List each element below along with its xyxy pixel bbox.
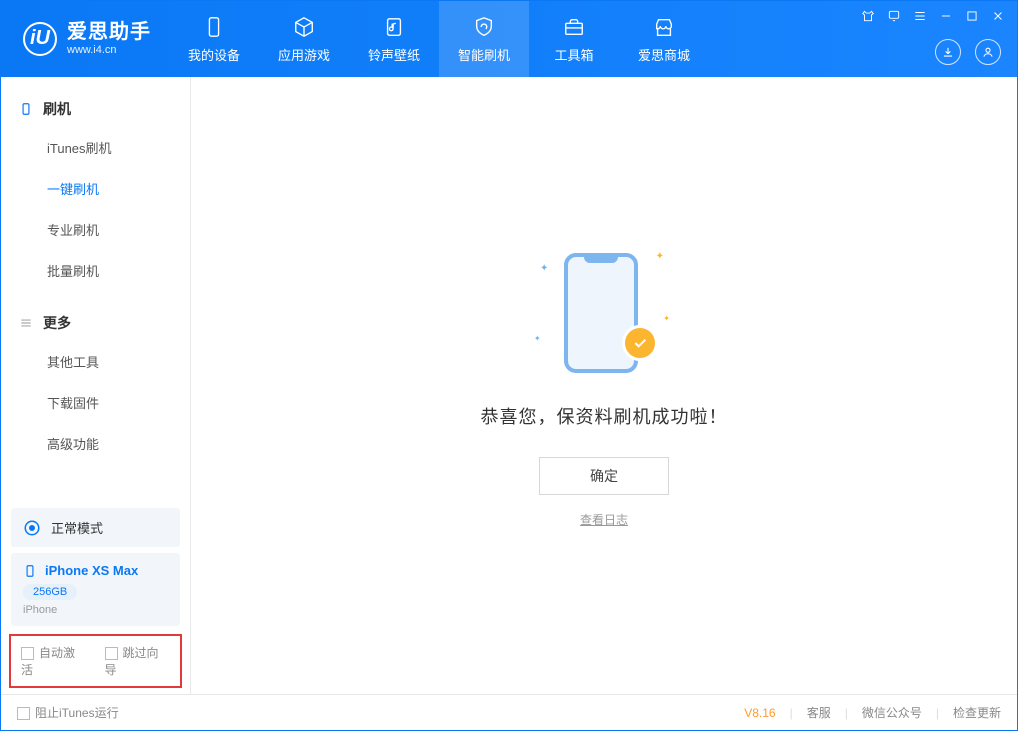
mode-label: 正常模式 (51, 518, 103, 537)
separator: | (845, 706, 848, 720)
logo-text: 爱思助手 www.i4.cn (67, 21, 151, 57)
sidebar-item-oneclick-flash[interactable]: 一键刷机 (1, 168, 190, 209)
status-link-update[interactable]: 检查更新 (953, 704, 1001, 721)
tab-mydevice[interactable]: 我的设备 (169, 1, 259, 77)
sidebar-items-more: 其他工具 下载固件 高级功能 (1, 341, 190, 464)
sparkle-icon: ✦ (534, 334, 541, 343)
device-type: iPhone (23, 604, 168, 616)
sidebar-item-pro-flash[interactable]: 专业刷机 (1, 209, 190, 250)
window-controls-top (861, 9, 1005, 23)
window-controls-bottom (935, 39, 1001, 65)
skin-icon[interactable] (861, 9, 875, 23)
device-icon (19, 102, 33, 116)
body-area: 刷机 iTunes刷机 一键刷机 专业刷机 批量刷机 更多 其他工具 下载固件 (1, 77, 1017, 694)
checkbox-label: 阻止iTunes运行 (35, 706, 119, 720)
separator: | (790, 706, 793, 720)
app-url: www.i4.cn (67, 44, 151, 57)
maximize-icon[interactable] (965, 9, 979, 23)
tab-label: 工具箱 (554, 45, 593, 64)
checkbox-icon[interactable] (105, 647, 118, 660)
storage-badge: 256GB (23, 584, 77, 600)
feedback-icon[interactable] (887, 9, 901, 23)
menu-icon[interactable] (913, 9, 927, 23)
sidebar-item-download-firmware[interactable]: 下载固件 (1, 382, 190, 423)
download-button[interactable] (935, 39, 961, 65)
list-icon (19, 316, 33, 330)
tab-toolbox[interactable]: 工具箱 (529, 1, 619, 77)
music-icon (382, 15, 406, 39)
sidebar-items-flash: iTunes刷机 一键刷机 专业刷机 批量刷机 (1, 127, 190, 291)
sidebar-section-flash: 刷机 iTunes刷机 一键刷机 专业刷机 批量刷机 (1, 77, 190, 291)
tab-label: 我的设备 (188, 45, 240, 64)
checkbox-auto-activate[interactable]: 自动激活 (21, 644, 87, 678)
sidebar-bottom: 正常模式 iPhone XS Max 256GB iPhone 自动激活 跳过向… (1, 502, 190, 694)
sparkle-icon: ✦ (663, 314, 670, 323)
statusbar: 阻止iTunes运行 V8.16 | 客服 | 微信公众号 | 检查更新 (1, 694, 1017, 730)
sparkle-icon: ✦ (656, 251, 664, 262)
option-checkboxes: 自动激活 跳过向导 (9, 634, 182, 688)
tab-store[interactable]: 爱思商城 (619, 1, 709, 77)
view-log-link[interactable]: 查看日志 (580, 511, 628, 528)
checkbox-block-itunes[interactable]: 阻止iTunes运行 (17, 704, 119, 721)
sidebar-header-flash: 刷机 (1, 87, 190, 127)
sparkle-icon: ✦ (540, 263, 548, 274)
app-name: 爱思助手 (67, 21, 151, 44)
phone-small-icon (23, 564, 37, 578)
success-badge-icon (622, 325, 658, 361)
sidebar-section-more: 更多 其他工具 下载固件 高级功能 (1, 291, 190, 464)
section-title: 刷机 (43, 99, 71, 119)
sidebar-item-itunes-flash[interactable]: iTunes刷机 (1, 127, 190, 168)
tab-flash[interactable]: 智能刷机 (439, 1, 529, 77)
device-name-row: iPhone XS Max (23, 563, 168, 578)
mode-card[interactable]: 正常模式 (11, 508, 180, 547)
checkbox-skip-setup[interactable]: 跳过向导 (105, 644, 171, 678)
status-link-support[interactable]: 客服 (807, 704, 831, 721)
store-icon (652, 15, 676, 39)
tab-label: 铃声壁纸 (368, 45, 420, 64)
phone-notch (584, 253, 618, 263)
success-illustration: ✦ ✦ ✦ ✦ (534, 243, 674, 383)
sidebar-item-batch-flash[interactable]: 批量刷机 (1, 250, 190, 291)
normal-mode-icon (23, 519, 41, 537)
logo-icon: iU (23, 22, 57, 56)
version-label: V8.16 (744, 706, 775, 720)
phone-icon (202, 15, 226, 39)
section-title: 更多 (43, 313, 71, 333)
separator: | (936, 706, 939, 720)
sidebar-header-more: 更多 (1, 301, 190, 341)
checkbox-icon[interactable] (17, 707, 30, 720)
tab-label: 爱思商城 (638, 45, 690, 64)
device-name: iPhone XS Max (45, 563, 138, 578)
sidebar: 刷机 iTunes刷机 一键刷机 专业刷机 批量刷机 更多 其他工具 下载固件 (1, 77, 191, 694)
cube-icon (292, 15, 316, 39)
statusbar-right: V8.16 | 客服 | 微信公众号 | 检查更新 (744, 704, 1001, 721)
shield-refresh-icon (472, 15, 496, 39)
user-button[interactable] (975, 39, 1001, 65)
close-icon[interactable] (991, 9, 1005, 23)
ok-button[interactable]: 确定 (539, 457, 669, 495)
header-tabs: 我的设备 应用游戏 铃声壁纸 智能刷机 工具箱 爱思商城 (169, 1, 709, 77)
logo-area: iU 爱思助手 www.i4.cn (1, 21, 169, 57)
toolbox-icon (562, 15, 586, 39)
tab-label: 应用游戏 (278, 45, 330, 64)
titlebar: iU 爱思助手 www.i4.cn 我的设备 应用游戏 铃声壁纸 智能刷机 (1, 1, 1017, 77)
device-card[interactable]: iPhone XS Max 256GB iPhone (11, 553, 180, 626)
minimize-icon[interactable] (939, 9, 953, 23)
checkbox-icon[interactable] (21, 647, 34, 660)
success-message: 恭喜您，保资料刷机成功啦！ (481, 403, 728, 429)
sidebar-item-advanced[interactable]: 高级功能 (1, 423, 190, 464)
tab-ringtones[interactable]: 铃声壁纸 (349, 1, 439, 77)
sidebar-item-other-tools[interactable]: 其他工具 (1, 341, 190, 382)
main-content: ✦ ✦ ✦ ✦ 恭喜您，保资料刷机成功啦！ 确定 查看日志 (191, 77, 1017, 694)
app-window: iU 爱思助手 www.i4.cn 我的设备 应用游戏 铃声壁纸 智能刷机 (0, 0, 1018, 731)
tab-label: 智能刷机 (458, 45, 510, 64)
tab-apps[interactable]: 应用游戏 (259, 1, 349, 77)
status-link-wechat[interactable]: 微信公众号 (862, 704, 922, 721)
